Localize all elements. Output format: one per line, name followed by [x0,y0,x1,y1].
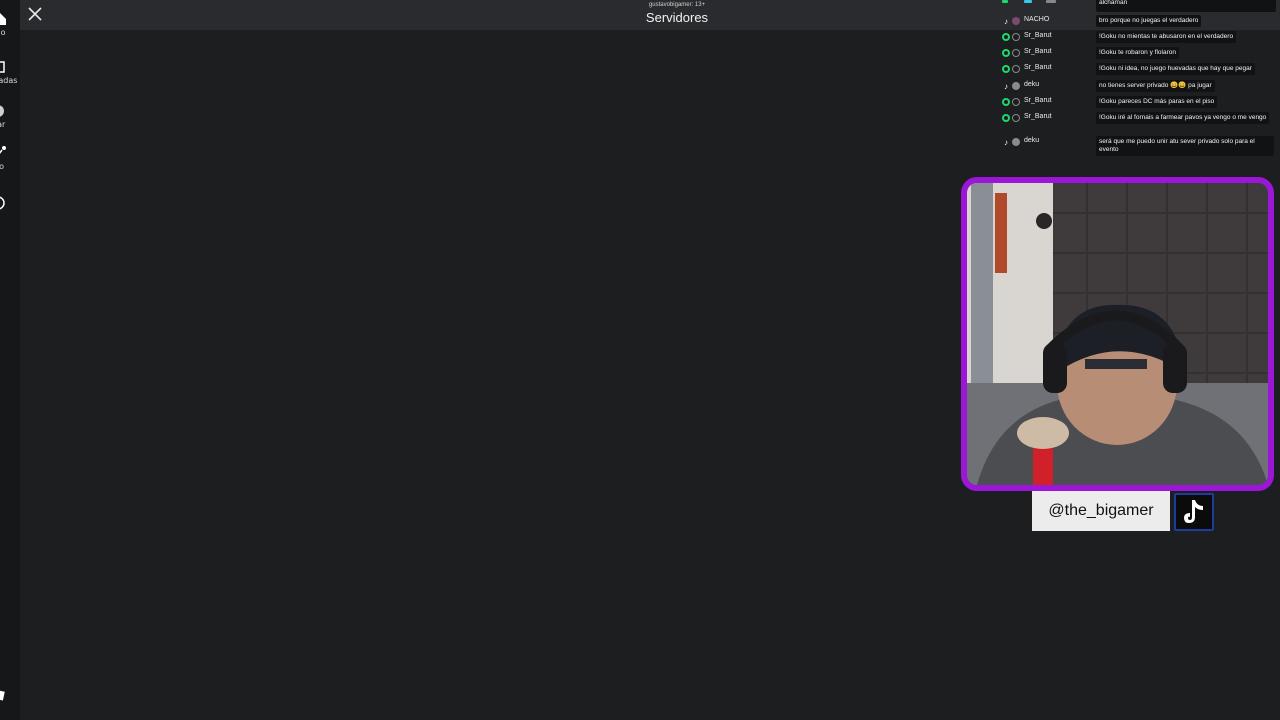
chat-username: deku [1024,137,1040,144]
page-title: Servidores [645,10,709,25]
chat-username: Sr_Barut [1024,97,1052,104]
chat-row: Sr_Barut !Goku no mientas te abusaron en… [1000,31,1280,45]
home-icon [0,13,6,25]
youtube-status-icon [1002,98,1010,106]
chat-message: !Goku no mientas te abusaron en el verda… [1096,31,1237,43]
youtube-status-icon [1002,65,1010,73]
account-subtitle: gustavobigamer: 13+ [648,2,706,8]
tiktok-icon: ♪ [1004,82,1008,91]
bookmark-icon [0,61,5,73]
chat-row: Sr_Barut !Goku ni idea, no juego huevada… [1000,63,1280,77]
chat-row: Sr_Barut !Goku te robaron y flolaron [1000,47,1280,61]
avatar [1012,17,1020,25]
webcam-feed [967,183,1268,485]
youtube-status-icon [1002,49,1010,57]
youtube-status-icon [1002,114,1010,122]
chat-message: !Goku pareces DC más paras en el piso [1096,96,1218,108]
chat-row: Sr_Barut !Goku iré al fornais a farmear … [1000,112,1280,126]
avatar [1012,65,1020,73]
avatar [1012,82,1020,90]
share-icon [0,146,6,154]
avatar [1012,49,1020,57]
chat-username: Sr_Barut [1024,32,1052,39]
avatar [1012,98,1020,106]
close-icon[interactable] [26,5,44,23]
sidebar-item-label: cadas [0,76,18,85]
social-handle: @the_bigamer [1032,491,1170,531]
chat-message: no tienes server privado 😀😀 pa jugar [1096,80,1215,92]
chat-username: Sr_Barut [1024,64,1052,71]
sidebar-item-bookmarks[interactable]: cadas [0,60,24,85]
stream-chat: ♪ NACHO bro porque no juegas el verdader… [1000,0,1280,165]
tiktok-icon: ♪ [1004,138,1008,147]
avatar [1012,33,1020,41]
tiktok-logo [1174,493,1214,531]
chat-row: Sr_Barut !Goku pareces DC más paras en e… [1000,96,1280,110]
avatar-icon [0,105,4,117]
left-sidebar: cio cadas tar po s [0,0,20,720]
sidebar-item-label: po [0,162,4,171]
sidebar-item-more[interactable]: s [0,196,24,221]
webcam-frame [961,177,1274,491]
chat-message: !Goku iré al fornais a farmear pavos ya … [1096,112,1270,124]
avatar [1012,114,1020,122]
chat-username: deku [1024,81,1040,88]
chat-username: Sr_Barut [1024,113,1052,120]
sidebar-item-label: s [0,212,24,221]
avatar [1012,138,1020,146]
chat-message: será que me puedo unir atu sever privado… [1096,136,1274,156]
tiktok-icon [1184,500,1203,523]
chat-message: bro porque no juegas el verdadero [1096,15,1202,27]
youtube-status-icon [1002,33,1010,41]
chat-message: !Goku ni idea, no juego huevadas que hay… [1096,63,1255,75]
chat-row: ♪ deku será que me puedo unir atu sever … [1000,136,1280,156]
sidebar-item-label: tar [0,120,6,129]
social-handle-badge: @the_bigamer [1032,491,1214,531]
more-icon [0,196,5,210]
sidebar-item-group[interactable]: po [0,146,24,171]
sidebar-item-avatar[interactable]: tar [0,104,24,129]
chat-username: Sr_Barut [1024,48,1052,55]
roblox-logo-icon[interactable] [0,690,6,702]
chat-username: NACHO [1024,16,1050,23]
chat-row: ♪ NACHO bro porque no juegas el verdader… [1000,15,1280,29]
chat-row: ♪ deku no tienes server privado 😀😀 pa ju… [1000,80,1280,94]
tiktok-icon: ♪ [1004,17,1008,26]
chat-message: !Goku te robaron y flolaron [1096,47,1179,59]
